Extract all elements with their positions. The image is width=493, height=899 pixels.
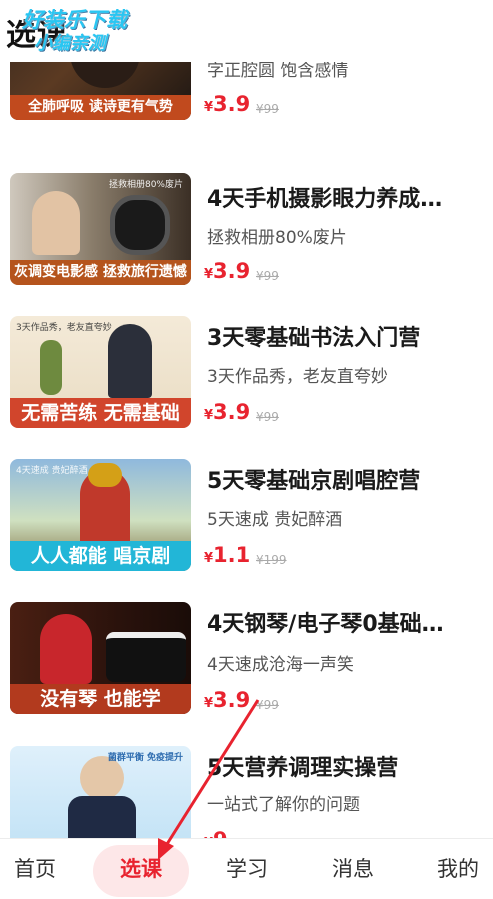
tab-messages[interactable]: 消息: [318, 839, 388, 899]
course-original-price: ¥99: [256, 269, 279, 283]
course-thumbnail: 拯救相册80%废片 灰调变电影感 拯救旅行遗憾: [10, 173, 191, 285]
tab-profile[interactable]: 我的: [423, 839, 493, 899]
course-title: 4天手机摄影眼力养成…: [207, 187, 443, 212]
page-header: 选课 好装乐下载 小编亲测: [0, 0, 493, 62]
bottom-tab-bar: 首页 选课 学习 消息 我的: [0, 838, 493, 899]
watermark-line-2: 小编亲测: [34, 33, 106, 54]
thumbnail-caption: 灰调变电影感 拯救旅行遗憾: [10, 260, 191, 285]
thumbnail-tag: 菌群平衡 免疫提升: [107, 753, 183, 763]
course-subtitle: 3天作品秀，老友直夸妙: [207, 367, 388, 387]
course-title: 3天零基础书法入门营: [207, 326, 421, 351]
course-subtitle: 5天速成 贵妃醉酒: [207, 510, 343, 530]
course-title: 5天零基础京剧唱腔营: [207, 469, 421, 494]
course-original-price: ¥99: [256, 410, 279, 424]
thumbnail-tag: 拯救相册80%废片: [108, 180, 183, 190]
thumbnail-caption: 人人都能 唱京剧: [10, 541, 191, 571]
course-subtitle: 一站式了解你的问题: [207, 795, 360, 815]
course-subtitle: 拯救相册80%废片: [207, 228, 347, 248]
thumbnail-caption: 没有琴 也能学: [10, 684, 191, 714]
course-thumbnail: 没有琴 也能学: [10, 602, 191, 714]
course-price: ¥3.9: [204, 259, 251, 283]
thumbnail-caption: 无需苦练 无需基础: [10, 398, 191, 428]
course-price: ¥3.9: [204, 92, 251, 116]
course-price: ¥3.9: [204, 400, 251, 424]
course-price: ¥1.1: [204, 543, 251, 567]
course-card[interactable]: 拯救相册80%废片 灰调变电影感 拯救旅行遗憾 4天手机摄影眼力养成… 拯救相册…: [0, 173, 493, 313]
course-thumbnail: 3天作品秀，老友直夸妙 无需苦练 无需基础: [10, 316, 191, 428]
thumbnail-tag: 4天速成 贵妃醉酒: [16, 466, 88, 476]
course-card[interactable]: 菌群平衡 免疫提升 5天营养调理实操营 一站式了解你的问题 ¥9: [0, 746, 493, 838]
course-thumbnail: 菌群平衡 免疫提升: [10, 746, 191, 838]
course-title: 5天营养调理实操营: [207, 756, 399, 781]
thumbnail-caption: 全肺呼吸 读诗更有气势: [10, 95, 191, 120]
course-list[interactable]: 全肺呼吸 读诗更有气势 字正腔圆 饱含感情 ¥3.9 ¥99 拯救相册80%废片…: [0, 0, 493, 838]
course-original-price: ¥99: [256, 102, 279, 116]
course-card[interactable]: 3天作品秀，老友直夸妙 无需苦练 无需基础 3天零基础书法入门营 3天作品秀，老…: [0, 316, 493, 456]
tab-courses[interactable]: 选课: [106, 839, 176, 899]
course-card[interactable]: 没有琴 也能学 4天钢琴/电子琴0基础… 4天速成沧海一声笑 ¥3.9 ¥99: [0, 602, 493, 742]
course-original-price: ¥99: [256, 698, 279, 712]
tab-home[interactable]: 首页: [0, 839, 70, 899]
course-card[interactable]: 4天速成 贵妃醉酒 人人都能 唱京剧 5天零基础京剧唱腔营 5天速成 贵妃醉酒 …: [0, 459, 493, 599]
watermark-line-1: 好装乐下载: [22, 8, 127, 32]
course-subtitle: 4天速成沧海一声笑: [207, 655, 354, 675]
course-title: 4天钢琴/电子琴0基础…: [207, 612, 444, 637]
watermark: 好装乐下载 小编亲测: [22, 8, 152, 56]
course-price: ¥3.9: [204, 688, 251, 712]
course-thumbnail: 4天速成 贵妃醉酒 人人都能 唱京剧: [10, 459, 191, 571]
thumbnail-tag: 3天作品秀，老友直夸妙: [16, 323, 112, 333]
tab-learning[interactable]: 学习: [212, 839, 282, 899]
course-price: ¥9: [204, 828, 228, 838]
course-original-price: ¥199: [256, 553, 287, 567]
